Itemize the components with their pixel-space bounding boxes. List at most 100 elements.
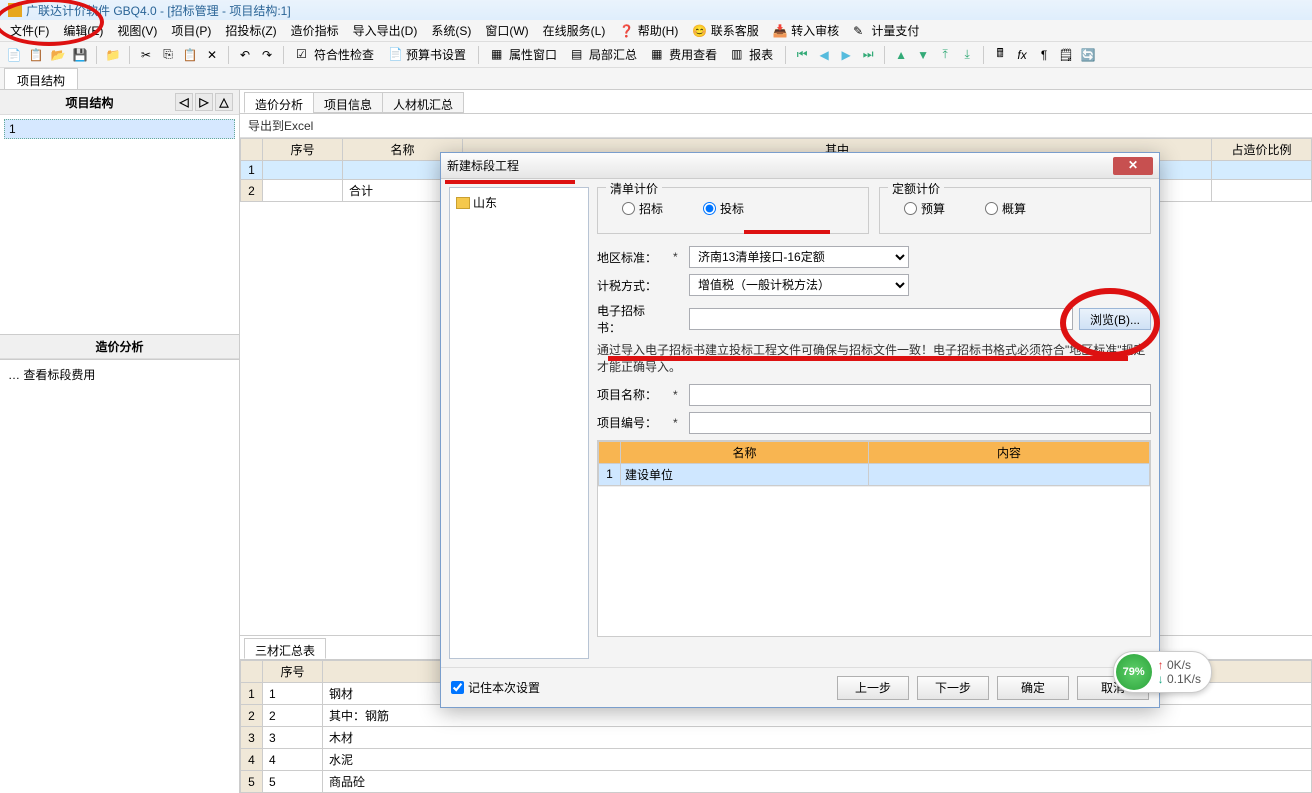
copy2-icon[interactable]: ⎘ [158, 45, 178, 65]
copy-icon[interactable]: 📋 [26, 45, 46, 65]
last-icon[interactable]: ⏭ [858, 45, 878, 65]
menu-system[interactable]: 系统(S) [425, 20, 477, 41]
cell-seq[interactable] [263, 180, 343, 202]
bottom-icon[interactable]: ⤓ [957, 45, 977, 65]
radio-toubiao[interactable]: 投标 [703, 200, 744, 217]
analysis-tree[interactable]: … 查看标段费用 [0, 359, 239, 793]
radio-zhaobiao[interactable]: 招标 [622, 200, 663, 217]
folder-icon[interactable]: 📁 [103, 45, 123, 65]
cell-attr-content[interactable] [868, 463, 1149, 485]
dialog-titlebar[interactable]: 新建标段工程 ✕ [441, 153, 1159, 179]
grid-empty-area[interactable] [598, 486, 1150, 636]
col-seq[interactable]: 序号 [263, 661, 323, 683]
menu-bid[interactable]: 招投标(Z) [219, 20, 282, 41]
fx-icon[interactable]: fx [1012, 45, 1032, 65]
menu-file[interactable]: 文件(F) [4, 20, 55, 41]
cell-ratio[interactable] [1212, 180, 1312, 202]
cut-icon[interactable]: ✂ [136, 45, 156, 65]
cell-ratio[interactable] [1212, 161, 1312, 180]
remember-checkbox[interactable]: 记住本次设置 [451, 679, 540, 696]
remember-checkbox-input[interactable] [451, 681, 464, 694]
menu-view[interactable]: 视图(V) [111, 20, 163, 41]
menu-cost-index[interactable]: 造价指标 [285, 20, 345, 41]
export-excel-link[interactable]: 导出到Excel [240, 114, 1312, 138]
radio-gaisuan[interactable]: 概算 [985, 200, 1026, 217]
cell-name[interactable]: 木材 [323, 727, 1312, 749]
open-icon[interactable]: 📂 [48, 45, 68, 65]
cell-attr-name[interactable]: 建设单位 [621, 463, 869, 485]
project-tree[interactable]: 1 [0, 115, 239, 335]
cell-seq[interactable]: 2 [263, 705, 323, 727]
tab-project-structure[interactable]: 项目结构 [4, 68, 78, 89]
menu-edit[interactable]: 编辑(E) [57, 20, 109, 41]
property-window-button[interactable]: ▦属性窗口 [485, 44, 563, 65]
tab-three-material[interactable]: 三材汇总表 [244, 638, 326, 659]
budget-settings-button[interactable]: 📄预算书设置 [382, 44, 472, 65]
col-attr-content[interactable]: 内容 [868, 441, 1149, 463]
prev-step-button[interactable]: 上一步 [837, 676, 909, 700]
nav-prev-button[interactable]: ◁ [175, 93, 193, 111]
menu-measure[interactable]: ✎ 计量支付 [847, 20, 925, 41]
ok-button[interactable]: 确定 [997, 676, 1069, 700]
region-tree[interactable]: 山东 [449, 187, 589, 659]
menu-help[interactable]: ❓ 帮助(H) [613, 20, 684, 41]
tree-node-shandong[interactable]: 山东 [454, 192, 584, 213]
tree-item-1[interactable]: 1 [4, 119, 235, 139]
close-button[interactable]: ✕ [1113, 157, 1153, 175]
input-project-name[interactable] [689, 384, 1151, 406]
paste-icon[interactable]: 📋 [180, 45, 200, 65]
undo-icon[interactable]: ↶ [235, 45, 255, 65]
fee-view-button[interactable]: ▦费用查看 [645, 44, 723, 65]
analysis-item-view-fees[interactable]: … 查看标段费用 [4, 364, 235, 385]
cell-seq[interactable]: 5 [263, 771, 323, 793]
table-row[interactable]: 33木材 [241, 727, 1312, 749]
refresh-icon[interactable]: 🔄 [1078, 45, 1098, 65]
col-seq[interactable]: 序号 [263, 139, 343, 161]
cell-seq[interactable] [263, 161, 343, 180]
cell-seq[interactable]: 3 [263, 727, 323, 749]
select-tax-method[interactable]: 增值税（一般计税方法） [689, 274, 909, 296]
tab-cost-analysis[interactable]: 造价分析 [244, 92, 314, 113]
radio-toubiao-input[interactable] [703, 202, 716, 215]
para-icon[interactable]: ¶ [1034, 45, 1054, 65]
attributes-grid[interactable]: 名称 内容 1 建设单位 [598, 441, 1150, 486]
first-icon[interactable]: ⏮ [792, 45, 812, 65]
nav-up-button[interactable]: △ [215, 93, 233, 111]
tab-material-summary[interactable]: 人材机汇总 [382, 92, 464, 113]
prev-icon[interactable]: ◀ [814, 45, 834, 65]
table-row[interactable]: 44水泥 [241, 749, 1312, 771]
browse-button[interactable]: 浏览(B)... [1079, 308, 1151, 330]
tab-project-info[interactable]: 项目信息 [313, 92, 383, 113]
dept-summary-button[interactable]: ▤局部汇总 [565, 44, 643, 65]
select-region-standard[interactable]: 济南13清单接口-16定额 [689, 246, 909, 268]
next-icon[interactable]: ▶ [836, 45, 856, 65]
next-step-button[interactable]: 下一步 [917, 676, 989, 700]
cell-name[interactable]: 水泥 [323, 749, 1312, 771]
down-icon[interactable]: ▼ [913, 45, 933, 65]
radio-zhaobiao-input[interactable] [622, 202, 635, 215]
menu-transfer[interactable]: 📥 转入审核 [767, 20, 845, 41]
cell-seq[interactable]: 1 [263, 683, 323, 705]
save-icon[interactable]: 💾 [70, 45, 90, 65]
cell-name[interactable]: 商品砼 [323, 771, 1312, 793]
radio-yusuan-input[interactable] [904, 202, 917, 215]
top-icon[interactable]: ⤒ [935, 45, 955, 65]
radio-gaisuan-input[interactable] [985, 202, 998, 215]
notes-icon[interactable]: 🗒 [1056, 45, 1076, 65]
menu-online[interactable]: 在线服务(L) [537, 20, 612, 41]
input-ebid-file[interactable] [689, 308, 1073, 330]
redo-icon[interactable]: ↷ [257, 45, 277, 65]
table-row[interactable]: 55商品砼 [241, 771, 1312, 793]
menu-contact[interactable]: 😊 联系客服 [686, 20, 764, 41]
radio-yusuan[interactable]: 预算 [904, 200, 945, 217]
conformance-check-button[interactable]: ☑符合性检查 [290, 44, 380, 65]
cell-seq[interactable]: 4 [263, 749, 323, 771]
menu-import-export[interactable]: 导入导出(D) [347, 20, 424, 41]
menu-project[interactable]: 项目(P) [165, 20, 217, 41]
menu-window[interactable]: 窗口(W) [479, 20, 534, 41]
col-attr-name[interactable]: 名称 [621, 441, 869, 463]
delete-icon[interactable]: ✕ [202, 45, 222, 65]
table-row[interactable]: 1 建设单位 [599, 463, 1150, 485]
calc-icon[interactable]: 🖩 [990, 45, 1010, 65]
col-ratio[interactable]: 占造价比例 [1212, 139, 1312, 161]
